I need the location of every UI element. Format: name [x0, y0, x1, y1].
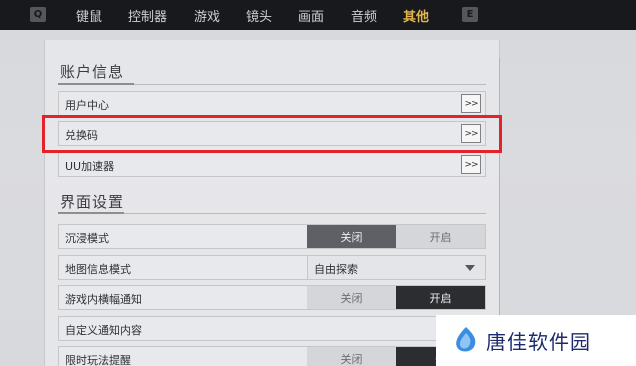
map-mode-label: 地图信息模式 [65, 263, 131, 276]
e-key-icon[interactable]: E [462, 7, 478, 22]
banner-notice-label: 游戏内横幅通知 [65, 293, 142, 306]
user-center-button[interactable]: >> [461, 94, 481, 113]
custom-notice-row[interactable]: 自定义通知内容 [58, 316, 486, 341]
immersive-off-option[interactable]: 关闭 [307, 225, 396, 248]
map-mode-value: 自由探索 [314, 263, 358, 276]
limited-time-label: 限时玩法提醒 [65, 354, 131, 366]
user-center-row[interactable]: 用户中心 >> [58, 91, 486, 116]
tab-controller[interactable]: 控制器 [128, 0, 167, 30]
custom-notice-label: 自定义通知内容 [65, 324, 142, 337]
watermark-logo-icon [456, 327, 476, 352]
immersive-on-option[interactable]: 开启 [396, 225, 485, 248]
banner-notice-toggle[interactable]: 关闭 开启 [307, 286, 485, 309]
section-underline [58, 212, 124, 214]
user-center-label: 用户中心 [65, 99, 109, 112]
banner-off-option[interactable]: 关闭 [307, 286, 396, 309]
limited-off-option[interactable]: 关闭 [307, 347, 396, 366]
account-section-title: 账户信息 [60, 63, 125, 81]
tab-keyboard-mouse[interactable]: 键鼠 [76, 0, 102, 30]
chevron-down-icon [465, 265, 475, 271]
immersive-mode-row: 沉浸模式 关闭 开启 [58, 224, 486, 249]
section-underline [58, 83, 134, 85]
banner-notice-row: 游戏内横幅通知 关闭 开启 [58, 285, 486, 310]
tab-audio[interactable]: 音频 [351, 0, 377, 30]
tab-other[interactable]: 其他 [403, 0, 429, 30]
immersive-mode-label: 沉浸模式 [65, 232, 109, 245]
tab-game[interactable]: 游戏 [194, 0, 220, 30]
tab-graphics[interactable]: 画面 [298, 0, 324, 30]
tab-camera[interactable]: 镜头 [246, 0, 272, 30]
banner-on-option[interactable]: 开启 [396, 286, 485, 309]
uu-accelerator-label: UU加速器 [65, 160, 115, 173]
highlight-box [42, 115, 502, 153]
map-mode-dropdown[interactable]: 自由探索 [307, 256, 485, 279]
limited-time-row: 限时玩法提醒 关闭 开 [58, 346, 486, 366]
uu-accelerator-row[interactable]: UU加速器 >> [58, 152, 486, 177]
watermark: 唐佳软件园 [436, 315, 636, 366]
watermark-text: 唐佳软件园 [486, 330, 591, 354]
map-mode-row: 地图信息模式 自由探索 [58, 255, 486, 280]
q-key-icon[interactable]: Q [30, 7, 46, 22]
top-nav: Q 键鼠 控制器 游戏 镜头 画面 音频 其他 E [0, 0, 636, 30]
uu-accelerator-button[interactable]: >> [461, 155, 481, 174]
immersive-mode-toggle[interactable]: 关闭 开启 [307, 225, 485, 248]
interface-section-title: 界面设置 [60, 193, 125, 211]
